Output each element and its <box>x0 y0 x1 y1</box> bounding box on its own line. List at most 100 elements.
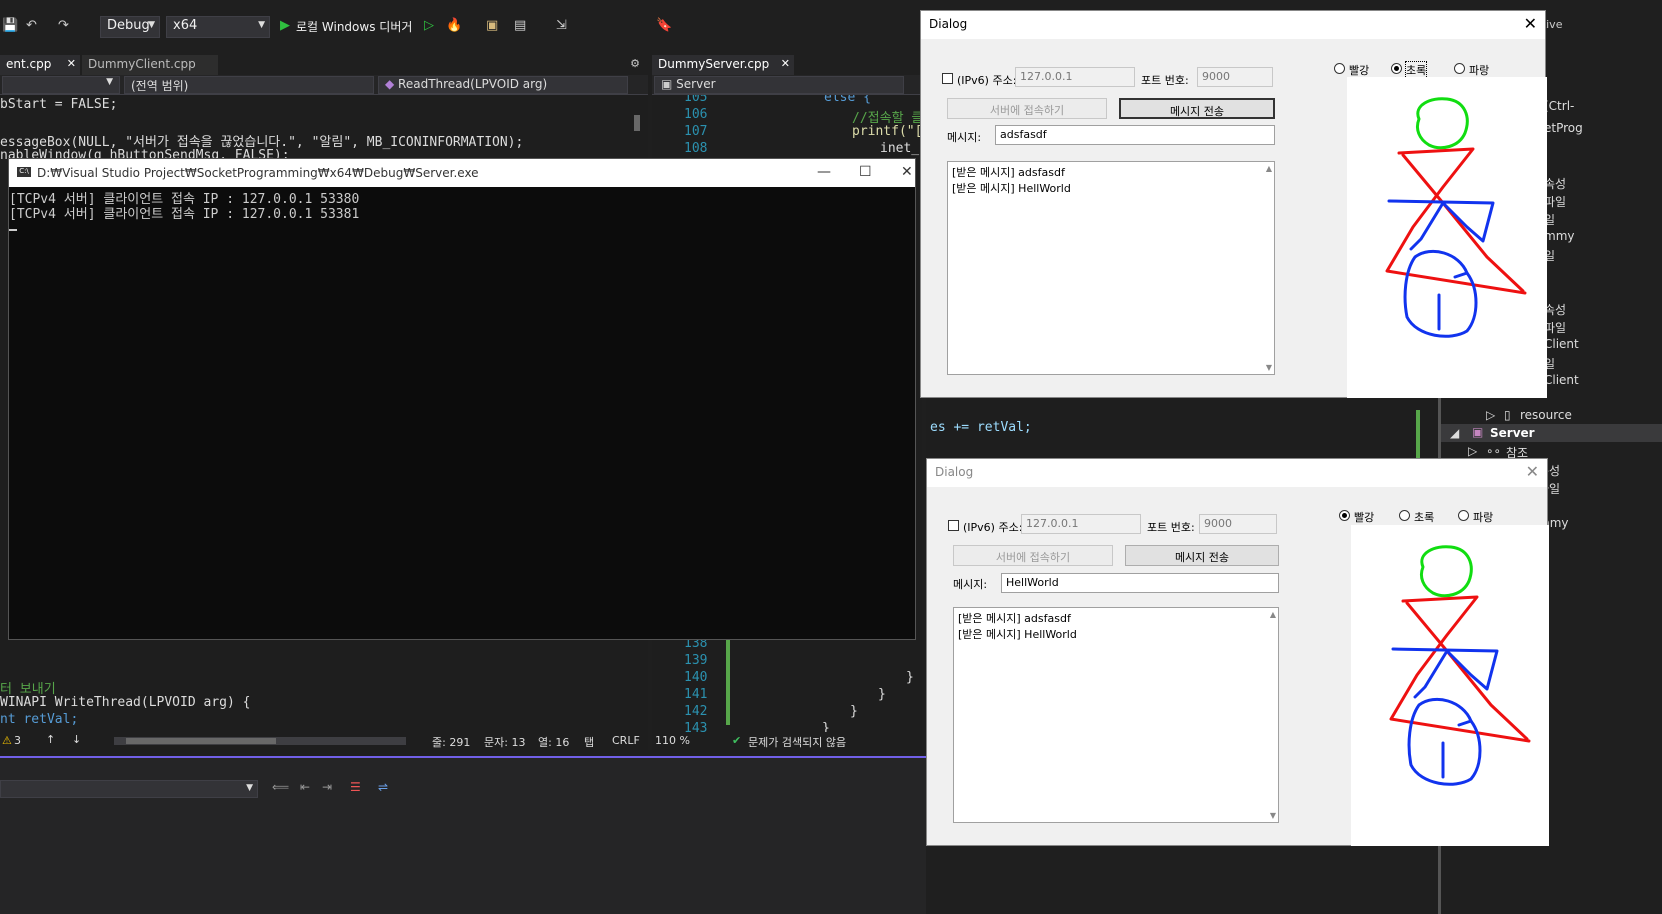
hot-reload-icon[interactable]: 🔥 <box>446 18 462 33</box>
redo-icon[interactable]: ↷ <box>58 18 69 33</box>
start-without-debug-icon[interactable]: ▷ <box>424 18 434 33</box>
solution-item[interactable]: Client <box>1544 373 1579 387</box>
save-icon[interactable]: 💾 <box>2 18 18 33</box>
tree-expander-icon[interactable]: ▷ <box>1486 408 1495 422</box>
config-dropdown[interactable]: Debug ▼ <box>100 16 160 38</box>
dialog-title-bar[interactable]: Dialog ✕ <box>921 11 1545 39</box>
tab-indicator[interactable]: 탭 <box>584 734 594 750</box>
close-icon[interactable]: ✕ <box>1524 14 1537 33</box>
start-debug-icon[interactable]: ▶ <box>280 18 290 33</box>
received-messages-list[interactable]: [받은 메시지] adsfasdf [받은 메시지] HellWorld ▲ ▼ <box>947 161 1275 375</box>
drawing-canvas[interactable] <box>1347 77 1547 398</box>
gear-icon[interactable]: ⚙ <box>630 57 640 70</box>
tree-expanded-icon: ◢ <box>1450 426 1460 440</box>
solution-item[interactable]: 파일 <box>1544 319 1566 336</box>
function-dropdown[interactable]: ◆ ReadThread(LPVOID arg) <box>378 76 628 94</box>
zoom-level[interactable]: 110 % <box>655 734 690 747</box>
address-field[interactable]: 127.0.0.1 <box>1021 514 1141 534</box>
solution-item[interactable]: Client <box>1544 337 1579 351</box>
dialog-title-bar[interactable]: Dialog ✕ <box>927 459 1547 487</box>
radio-blue[interactable] <box>1454 63 1465 74</box>
received-messages-list[interactable]: [받은 메시지] adsfasdf [받은 메시지] HellWorld ▲ ▼ <box>953 607 1279 823</box>
function-value: ReadThread(LPVOID arg) <box>398 77 548 91</box>
arrow-up-icon[interactable]: ↑ <box>46 733 55 746</box>
scroll-up-icon[interactable]: ▲ <box>1270 610 1276 619</box>
message-input[interactable]: adsfasdf <box>995 125 1275 145</box>
find-icon[interactable]: ⟸ <box>272 780 289 794</box>
tab-dummyserver-cpp[interactable]: DummyServer.cpp ✕ <box>652 55 794 75</box>
warning-icon[interactable]: ⚠ <box>2 734 12 747</box>
console-window[interactable]: C:\ D:₩Visual Studio Project₩SocketProgr… <box>8 158 916 640</box>
console-title-bar[interactable]: C:\ D:₩Visual Studio Project₩SocketProgr… <box>9 159 915 187</box>
line-number: 143 <box>684 721 708 732</box>
right-code-editor-middle[interactable]: es += retVal; <box>926 398 1438 458</box>
port-field[interactable]: 9000 <box>1199 514 1277 534</box>
clear-all-icon[interactable]: ☰ <box>350 780 361 794</box>
solution-item[interactable]: etProg <box>1544 121 1583 135</box>
send-message-button[interactable]: 메시지 전송 <box>1125 545 1279 566</box>
project-dropdown[interactable]: ▼ <box>2 76 120 94</box>
scroll-up-icon[interactable]: ▲ <box>1266 164 1272 173</box>
next-message-icon[interactable]: ⇥ <box>322 780 332 794</box>
close-icon[interactable]: ✕ <box>1526 462 1539 481</box>
connect-button[interactable]: 서버에 접속하기 <box>953 545 1113 566</box>
server-label: Server <box>1490 426 1535 440</box>
undo-icon[interactable]: ↶ <box>26 18 37 33</box>
right-project-dropdown[interactable]: ▣ Server <box>654 76 904 94</box>
prev-message-icon[interactable]: ⇤ <box>300 780 310 794</box>
eol-indicator[interactable]: CRLF <box>612 734 640 747</box>
dialog-title: Dialog <box>929 17 968 31</box>
word-wrap-icon[interactable]: ⇌ <box>378 780 388 794</box>
close-icon[interactable]: ✕ <box>901 164 913 180</box>
close-icon[interactable]: ✕ <box>67 57 76 70</box>
tree-expander-icon[interactable]: ▷ <box>1468 444 1477 458</box>
send-message-button[interactable]: 메시지 전송 <box>1119 98 1275 119</box>
radio-green[interactable] <box>1399 510 1410 521</box>
col-indicator[interactable]: 열: 16 <box>538 734 569 750</box>
layout-icon[interactable]: ▤ <box>514 18 526 33</box>
dialog-window-2[interactable]: Dialog ✕ (IPv6) 주소: 127.0.0.1 포트 번호: 900… <box>926 458 1549 846</box>
right-status-bar: 110 % ✔ 문제가 검색되지 않음 <box>652 732 922 750</box>
platform-dropdown[interactable]: x64 ▼ <box>166 16 270 38</box>
folder-icon[interactable]: ▣ <box>486 18 498 33</box>
scroll-down-icon[interactable]: ▼ <box>1266 363 1272 372</box>
radio-red[interactable] <box>1339 510 1350 521</box>
bookmark-icon[interactable]: 🔖 <box>656 18 672 33</box>
step-icon[interactable]: ⇲ <box>556 18 567 33</box>
search-hint[interactable]: (Ctrl- <box>1544 99 1574 113</box>
drawing-canvas[interactable] <box>1351 525 1549 846</box>
tab-dummyclient-cpp[interactable]: DummyClient.cpp <box>82 55 218 75</box>
char-indicator[interactable]: 문자: 13 <box>484 734 525 750</box>
radio-red[interactable] <box>1334 63 1345 74</box>
warning-count[interactable]: 3 <box>14 734 21 747</box>
left-status-bar: ⚠ 3 ↑ ↓ 줄: 291 문자: 13 열: 16 탭 CRLF <box>0 732 648 750</box>
connect-button[interactable]: 서버에 접속하기 <box>947 98 1107 119</box>
scroll-down-icon[interactable]: ▼ <box>1270 811 1276 820</box>
dialog-window-1[interactable]: Dialog ✕ (IPv6) 주소: 127.0.0.1 포트 번호: 900… <box>920 10 1547 398</box>
arrow-down-icon[interactable]: ↓ <box>72 733 81 746</box>
address-field[interactable]: 127.0.0.1 <box>1015 67 1135 87</box>
solution-item-server[interactable]: ◢ ▣ Server <box>1438 424 1662 442</box>
solution-item[interactable]: 속성 <box>1544 301 1566 318</box>
close-icon[interactable]: ✕ <box>781 57 790 70</box>
ipv6-checkbox[interactable] <box>948 520 959 531</box>
radio-blue[interactable] <box>1458 510 1469 521</box>
scope-dropdown[interactable]: (전역 범위) <box>124 76 374 94</box>
ipv6-checkbox[interactable] <box>942 73 953 84</box>
minimize-icon[interactable]: — <box>817 164 831 180</box>
solution-item[interactable]: mmy <box>1544 229 1574 243</box>
port-field[interactable]: 9000 <box>1197 67 1273 87</box>
line-indicator[interactable]: 줄: 291 <box>432 734 470 750</box>
solution-item[interactable]: 파일 <box>1544 193 1566 210</box>
maximize-icon[interactable]: ☐ <box>859 164 872 180</box>
solution-item[interactable]: 속성 <box>1544 175 1566 192</box>
radio-green[interactable] <box>1391 63 1402 74</box>
tab-client-cpp[interactable]: ent.cpp ✕ <box>0 55 80 75</box>
message-input[interactable]: HellWorld <box>1001 573 1279 593</box>
left-tab-row: ent.cpp ✕ DummyClient.cpp ⚙ <box>0 55 648 75</box>
debugger-label[interactable]: 로컬 Windows 디버거 <box>296 18 412 35</box>
horizontal-scrollbar[interactable] <box>114 737 406 745</box>
solution-item-resource[interactable]: resource <box>1520 408 1572 422</box>
output-source-dropdown[interactable]: ▼ <box>0 780 258 798</box>
issues-status[interactable]: 문제가 검색되지 않음 <box>748 734 846 750</box>
